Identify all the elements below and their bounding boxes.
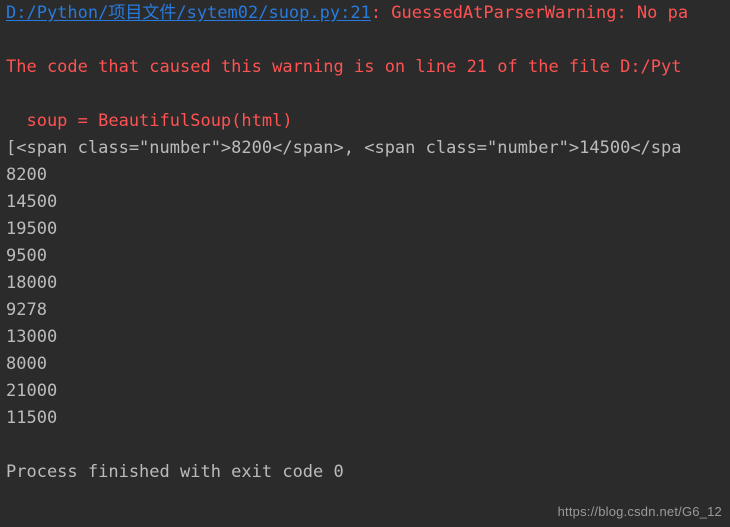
console-line-value-8: 8000 [6, 354, 47, 374]
console-line-value-5: 18000 [6, 273, 58, 293]
console-line-value-1: 8200 [6, 165, 47, 185]
console-line-value-4: 9500 [6, 246, 47, 266]
console-line-source-snippet: soup = BeautifulSoup(html) [6, 111, 293, 131]
warning-header-text: : GuessedAtParserWarning: No pa [370, 3, 689, 23]
console-line-value-6: 9278 [6, 300, 47, 320]
watermark-url: https://blog.csdn.net/G6_12 [557, 504, 722, 519]
console-line-warning-location: D:/Python/项目文件/sytem02/suop.py:21: Guess… [0, 0, 730, 27]
console-output-panel[interactable]: D:/Python/项目文件/sytem02/suop.py:21: Guess… [0, 0, 730, 527]
console-line-process-exit: Process finished with exit code 0 [6, 462, 344, 482]
console-line-value-7: 13000 [6, 327, 58, 347]
console-line-value-10: 11500 [6, 408, 58, 428]
console-line-value-3: 19500 [6, 219, 58, 239]
console-line-blank-1 [0, 27, 730, 54]
console-line-value-2: 14500 [6, 192, 58, 212]
console-line-value-9: 21000 [6, 381, 58, 401]
console-line-warning-detail: The code that caused this warning is on … [6, 57, 682, 77]
console-line-blank-2 [0, 81, 730, 108]
console-line-html-list-output: [<span class="number">8200</span>, <span… [6, 138, 682, 158]
console-line-blank-3 [0, 432, 730, 459]
source-file-link[interactable]: D:/Python/项目文件/sytem02/suop.py:21 [6, 3, 371, 23]
